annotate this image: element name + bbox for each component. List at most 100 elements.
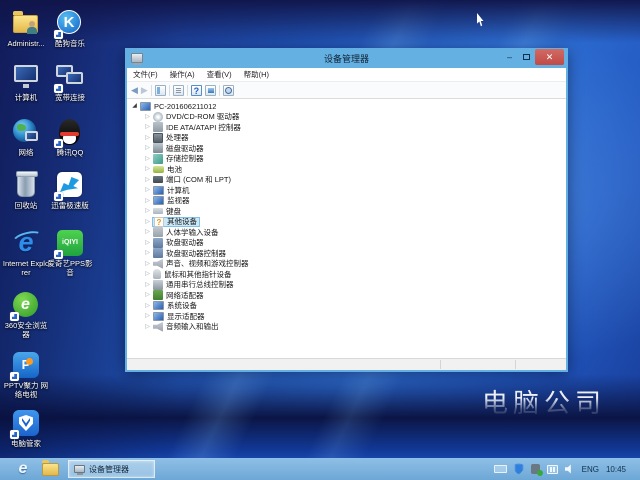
other-device-icon bbox=[154, 217, 164, 227]
expand-icon[interactable]: ▷ bbox=[143, 133, 152, 143]
taskbar-device-manager-button[interactable]: 设备管理器 bbox=[68, 460, 155, 478]
processor-device-icon bbox=[153, 133, 163, 143]
tree-item-mouse[interactable]: ▷鼠标和其他指针设备 bbox=[127, 269, 566, 280]
usb-safe-remove-icon[interactable] bbox=[531, 464, 540, 474]
net-device-icon bbox=[153, 290, 163, 300]
close-button[interactable]: ✕ bbox=[535, 49, 564, 65]
tree-item-monitor[interactable]: ▷监视器 bbox=[127, 196, 566, 207]
selected-tree-item[interactable]: 其他设备 bbox=[152, 217, 200, 228]
tree-item-keyboard[interactable]: ▷键盘 bbox=[127, 206, 566, 217]
network-icon[interactable] bbox=[547, 465, 558, 474]
expand-icon[interactable]: ▷ bbox=[143, 217, 152, 227]
expand-icon[interactable]: ▷ bbox=[143, 175, 152, 185]
desktop-icon-internet-explorer[interactable]: eInternet Explorer bbox=[2, 228, 50, 277]
expand-icon[interactable]: ▷ bbox=[143, 122, 152, 132]
tree-item-floppy[interactable]: ▷软盘驱动器 bbox=[127, 238, 566, 249]
sound-device-icon bbox=[153, 259, 163, 269]
expand-icon[interactable]: ▷ bbox=[143, 143, 152, 153]
expand-icon[interactable]: ▷ bbox=[143, 154, 152, 164]
expand-icon[interactable]: ▷ bbox=[143, 185, 152, 195]
tree-item-other[interactable]: ▷其他设备 bbox=[127, 217, 566, 228]
back-icon[interactable]: ◀ bbox=[131, 86, 138, 95]
taskbar-file-explorer-icon[interactable] bbox=[42, 463, 59, 476]
expand-icon[interactable]: ▷ bbox=[143, 259, 152, 269]
tree-item-computer[interactable]: ▷计算机 bbox=[127, 185, 566, 196]
tree-item-root[interactable]: ◢PC-201606211012 bbox=[127, 101, 566, 112]
tree-item-sound[interactable]: ▷声音、视频和游戏控制器 bbox=[127, 259, 566, 270]
menu-item[interactable]: 文件(F) bbox=[127, 69, 164, 80]
tree-item-battery[interactable]: ▷电池 bbox=[127, 164, 566, 175]
console-tree-icon[interactable] bbox=[155, 85, 166, 96]
caption-buttons: – ✕ bbox=[501, 49, 564, 65]
security-shield-icon[interactable] bbox=[514, 463, 524, 475]
maximize-button[interactable] bbox=[518, 49, 535, 65]
expand-icon[interactable]: ▷ bbox=[143, 196, 152, 206]
tree-item-display[interactable]: ▷显示适配器 bbox=[127, 311, 566, 322]
expand-icon[interactable]: ▷ bbox=[143, 164, 152, 174]
tree-item-disk[interactable]: ▷ 磁盘驱动器 bbox=[127, 143, 566, 154]
desktop-icon-label: Administr... bbox=[2, 40, 50, 49]
minimize-button[interactable]: – bbox=[501, 49, 518, 65]
expand-icon[interactable]: ▷ bbox=[143, 322, 152, 332]
desktop-icon-administrator-folder[interactable]: Administr... bbox=[2, 8, 50, 49]
properties-icon[interactable] bbox=[173, 85, 184, 96]
desktop-icon-recycle-bin[interactable]: 回收站 bbox=[2, 170, 50, 211]
scan-icon[interactable] bbox=[223, 85, 234, 96]
tree-item-label: 通用串行总线控制器 bbox=[166, 279, 234, 290]
floppyc-device-icon bbox=[153, 248, 163, 258]
expand-icon[interactable]: ▷ bbox=[143, 301, 152, 311]
tree-item-label: 存储控制器 bbox=[166, 153, 204, 164]
collapse-icon[interactable]: ◢ bbox=[130, 101, 139, 111]
mouse-device-icon bbox=[153, 269, 161, 279]
expand-icon[interactable]: ▷ bbox=[143, 311, 152, 321]
desktop-icon-pc-manager[interactable]: 电脑管家 bbox=[2, 408, 50, 449]
desktop-icon-label: Internet Explorer bbox=[2, 260, 50, 277]
tree-item-audio[interactable]: ▷音频输入和输出 bbox=[127, 322, 566, 333]
tree-item-floppyc[interactable]: ▷软盘驱动器控制器 bbox=[127, 248, 566, 259]
menu-item[interactable]: 帮助(H) bbox=[238, 69, 275, 80]
tree-item-hid[interactable]: ▷人体学输入设备 bbox=[127, 227, 566, 238]
tree-item-dvd[interactable]: ▷DVD/CD-ROM 驱动器 bbox=[127, 112, 566, 123]
clock[interactable]: 10:45 bbox=[606, 465, 626, 474]
volume-icon[interactable] bbox=[565, 464, 575, 474]
menu-item[interactable]: 查看(V) bbox=[201, 69, 238, 80]
window-titlebar[interactable]: 设备管理器 – ✕ bbox=[127, 48, 566, 68]
tree-item-usb[interactable]: ▷ 通用串行总线控制器 bbox=[127, 280, 566, 291]
forward-icon[interactable]: ▶ bbox=[141, 86, 148, 95]
shortcut-arrow-icon bbox=[54, 84, 63, 93]
battery-device-icon bbox=[153, 166, 164, 173]
tree-item-processor[interactable]: ▷处理器 bbox=[127, 133, 566, 144]
desktop-icon-pptv[interactable]: PPPTV聚力 网络电视 bbox=[2, 350, 50, 399]
dvd-device-icon bbox=[153, 112, 163, 122]
desktop-icon-360-browser[interactable]: e360安全浏览器 bbox=[2, 290, 50, 339]
tree-item-ports[interactable]: ▷端口 (COM 和 LPT) bbox=[127, 175, 566, 186]
tree-item-system[interactable]: ▷系统设备 bbox=[127, 301, 566, 312]
desktop-icon-label: 宽带连接 bbox=[46, 94, 94, 103]
expand-icon[interactable]: ▷ bbox=[143, 238, 152, 248]
taskbar-ie-icon[interactable]: e bbox=[14, 460, 32, 478]
desktop-icon-iqiyi-pps[interactable]: iQIYI爱奇艺PPS影音 bbox=[46, 228, 94, 277]
expand-icon[interactable]: ▷ bbox=[143, 112, 152, 122]
expand-icon[interactable]: ▷ bbox=[143, 227, 152, 237]
desktop-icon-network[interactable]: 网络 bbox=[2, 117, 50, 158]
help-icon[interactable] bbox=[191, 85, 202, 96]
desktop-icon-broadband-connection[interactable]: 宽带连接 bbox=[46, 62, 94, 103]
expand-icon[interactable]: ▷ bbox=[143, 206, 152, 216]
expand-icon[interactable]: ▷ bbox=[143, 269, 152, 279]
device-list-icon[interactable] bbox=[205, 85, 216, 96]
hid-device-icon bbox=[153, 227, 163, 237]
language-indicator[interactable]: ENG bbox=[582, 465, 599, 474]
expand-icon[interactable]: ▷ bbox=[143, 280, 152, 290]
desktop-icon-tencent-qq[interactable]: 腾讯QQ bbox=[46, 117, 94, 158]
touch-keyboard-icon[interactable] bbox=[494, 465, 507, 473]
menu-item[interactable]: 操作(A) bbox=[164, 69, 201, 80]
tree-item-label: 磁盘驱动器 bbox=[166, 143, 204, 154]
tree-item-ide[interactable]: ▷IDE ATA/ATAPI 控制器 bbox=[127, 122, 566, 133]
tree-item-storage[interactable]: ▷ 存储控制器 bbox=[127, 154, 566, 165]
desktop-icon-xunlei[interactable]: 迅雷极速版 bbox=[46, 170, 94, 211]
desktop-icon-computer[interactable]: 计算机 bbox=[2, 62, 50, 103]
tree-item-net[interactable]: ▷网络适配器 bbox=[127, 290, 566, 301]
expand-icon[interactable]: ▷ bbox=[143, 248, 152, 258]
expand-icon[interactable]: ▷ bbox=[143, 290, 152, 300]
desktop-icon-kugou-music[interactable]: K酷狗音乐 bbox=[46, 8, 94, 49]
